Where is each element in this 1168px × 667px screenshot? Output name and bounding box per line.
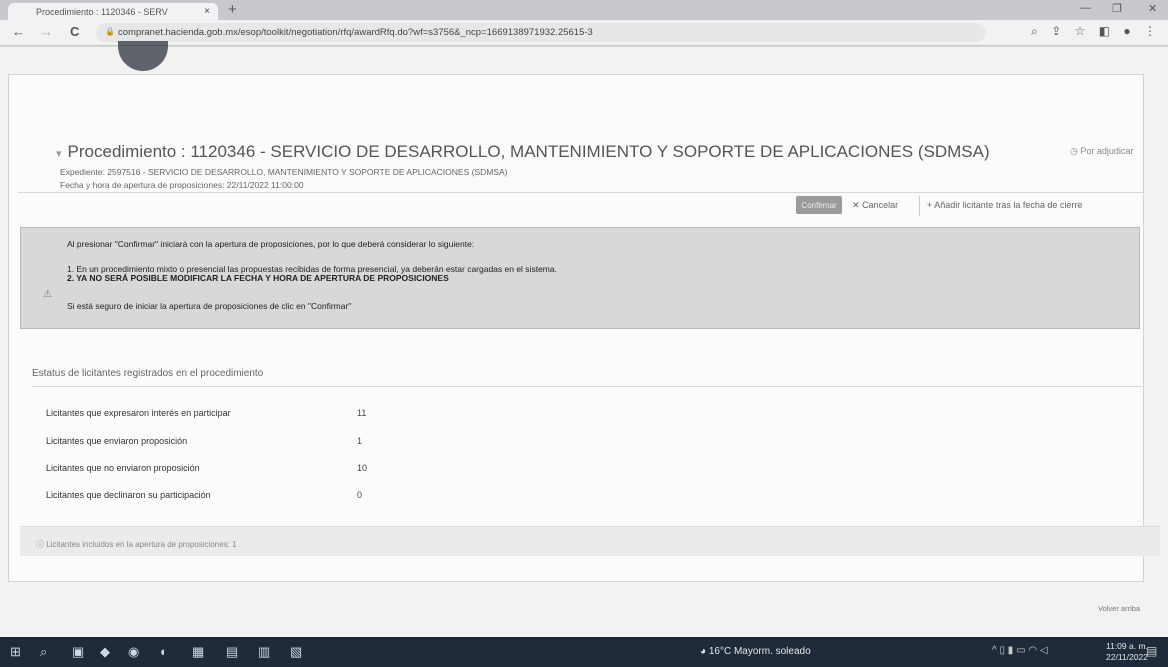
notification-icon[interactable]: ▤ (1146, 644, 1157, 658)
bookmark-star-icon[interactable]: ☆ (1075, 24, 1086, 38)
task-view-icon[interactable]: ▣ (72, 644, 84, 660)
procedure-title-text: Procedimiento : 1120346 - SERVICIO DE DE… (67, 142, 990, 161)
divider (18, 192, 1144, 193)
lock-icon: 🔒 (105, 27, 115, 36)
toolbar-separator (919, 196, 920, 216)
excel-icon[interactable]: ▦ (192, 644, 204, 660)
info-icon: ⓘ (36, 540, 44, 549)
alert-closing: Si está seguro de iniciar la apertura de… (67, 301, 352, 311)
close-icon: ✕ (852, 200, 860, 210)
confirm-button[interactable]: Confirmar (796, 196, 842, 214)
included-bidders-text: Licitantes incluidos en la apertura de p… (46, 540, 237, 549)
expediente-text: Expediente: 2597516 - SERVICIO DE DESARR… (60, 167, 508, 177)
opening-date-text: Fecha y hora de apertura de proposicione… (60, 180, 304, 190)
clock[interactable]: 11:09 a. m. 22/11/2022 (1106, 641, 1148, 663)
menu-dots-icon[interactable]: ⋮ (1144, 24, 1156, 38)
url-text: compranet.hacienda.gob.mx/esop/toolkit/n… (118, 27, 593, 38)
procedure-status-text: Por adjudicar (1080, 146, 1134, 156)
bidders-row-value: 1 (357, 436, 363, 446)
edge-icon[interactable]: ◐ (160, 644, 168, 659)
zoom-icon[interactable]: ⌕ (1031, 24, 1038, 38)
forward-button[interactable]: → (40, 24, 53, 39)
alert-intro: Al presionar "Confirmar" iniciará con la… (67, 239, 475, 249)
close-tab-icon[interactable]: × (204, 6, 210, 17)
weather-text: 16°C Mayorm. soleado (708, 646, 811, 657)
address-bar: ← → C 🔒 compranet.hacienda.gob.mx/esop/t… (0, 20, 1168, 46)
collapse-caret-icon[interactable]: ▾ (56, 148, 62, 160)
cancel-button[interactable]: ✕ Cancelar (852, 200, 898, 211)
tray-expand-icon[interactable]: ^ (992, 645, 997, 656)
tray-app-icon[interactable]: ▯ (999, 645, 1005, 656)
site-logo (118, 41, 168, 71)
wifi-icon[interactable]: ◠ (1028, 645, 1037, 656)
procedure-status: ◷ Por adjudicar (1070, 146, 1133, 157)
divider (32, 386, 1142, 387)
bidders-row-label: Licitantes que expresaron interés en par… (46, 408, 231, 418)
new-tab-button[interactable]: + (228, 1, 237, 18)
add-bidder-button[interactable]: + Añadir licitante tras la fecha de cier… (927, 200, 1082, 210)
bidders-row-value: 10 (357, 463, 368, 473)
reload-button[interactable]: C (70, 24, 79, 39)
tray-app-icon[interactable]: ▮ (1008, 645, 1014, 656)
clock-date: 22/11/2022 (1106, 652, 1148, 662)
bidders-status-heading: Estatus de licitantes registrados en el … (32, 368, 264, 379)
weather-sun-icon: ◕ (700, 646, 707, 657)
bidders-row-value: 0 (357, 490, 363, 500)
bidders-row-label: Licitantes que no enviaron proposición (46, 463, 200, 473)
restore-button[interactable]: ❐ (1112, 2, 1122, 15)
browser-actions: ⌕ ⇪ ☆ ◧ ● ⋮ (1021, 24, 1156, 39)
browser-tab-strip: Procedimiento : 1120346 - SERV × + — ❐ ✕ (0, 0, 1168, 20)
clock-icon: ◷ (1070, 146, 1078, 156)
bidders-row-value: 11 (357, 408, 367, 418)
profile-avatar-icon[interactable]: ● (1123, 24, 1130, 38)
system-tray: ^ ▯ ▮ ▭ ◠ ◁ (992, 645, 1048, 656)
sidebar-icon[interactable]: ◧ (1099, 24, 1110, 38)
close-window-button[interactable]: ✕ (1148, 2, 1157, 15)
outlook-icon[interactable]: ▤ (226, 644, 238, 660)
add-bidder-button-label: Añadir licitante tras la fecha de cierre (934, 200, 1083, 210)
windows-start-icon[interactable]: ⊞ (10, 644, 21, 660)
clock-time: 11:09 a. m. (1106, 641, 1148, 651)
volume-icon[interactable]: ◁ (1040, 645, 1048, 656)
back-to-top-link[interactable]: Volver arriba (1098, 604, 1140, 613)
browser-tab[interactable]: Procedimiento : 1120346 - SERV × (8, 3, 218, 20)
cancel-button-label: Cancelar (862, 200, 899, 210)
bidders-row-label: Licitantes que declinaron su participaci… (46, 490, 211, 500)
plus-icon: + (927, 200, 933, 210)
share-icon[interactable]: ⇪ (1051, 24, 1061, 38)
alert-item-2: 2. YA NO SERÁ POSIBLE MODIFICAR LA FECHA… (67, 273, 449, 283)
os-taskbar: ⊞ ⌕ ▣ ◆ ◉ ◐ ▦ ▤ ▥ ▧ ◕ 16°C Mayorm. solea… (0, 637, 1168, 667)
back-button[interactable]: ← (12, 24, 25, 39)
search-icon[interactable]: ⌕ (40, 644, 47, 660)
procedure-title: ▾ Procedimiento : 1120346 - SERVICIO DE D… (56, 142, 990, 162)
included-bidders-note: ⓘ Licitantes incluidos en la apertura de… (36, 539, 237, 550)
chrome-icon[interactable]: ◉ (128, 644, 139, 660)
bidders-row-label: Licitantes que enviaron proposición (46, 436, 188, 446)
word-icon[interactable]: ▥ (258, 644, 270, 660)
warning-alert: ⚠ Al presionar "Confirmar" iniciará con … (20, 227, 1140, 329)
weather-widget[interactable]: ◕ 16°C Mayorm. soleado (700, 646, 811, 657)
taskbar-app-icon[interactable]: ◆ (100, 644, 110, 660)
tab-title: Procedimiento : 1120346 - SERV (36, 7, 168, 17)
battery-icon[interactable]: ▭ (1016, 645, 1025, 656)
url-input[interactable]: 🔒 compranet.hacienda.gob.mx/esop/toolkit… (96, 23, 986, 42)
minimize-button[interactable]: — (1080, 2, 1091, 14)
teams-icon[interactable]: ▧ (290, 644, 302, 660)
warning-icon: ⚠ (43, 289, 52, 300)
